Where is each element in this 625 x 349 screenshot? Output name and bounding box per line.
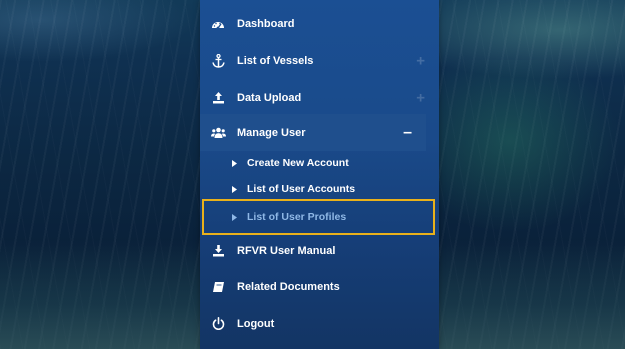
users-icon — [210, 125, 226, 141]
sidebar-item-list-of-vessels[interactable]: List of Vessels + — [200, 42, 439, 79]
sidebar-item-label: Dashboard — [237, 17, 295, 30]
green-haze — [430, 60, 625, 240]
sidebar-item-manage-user[interactable]: Manage User – — [200, 114, 426, 151]
sidebar-item-logout[interactable]: Logout — [200, 305, 439, 342]
upload-icon — [210, 90, 226, 106]
highlight-box — [202, 199, 435, 235]
sidebar-item-label: RFVR User Manual — [237, 244, 336, 257]
sidebar-item-related-documents[interactable]: Related Documents — [200, 268, 439, 305]
sidebar-menu: Dashboard List of Vessels + Data Upload … — [200, 0, 439, 349]
dashboard-icon — [210, 16, 226, 32]
sidebar-item-label: Related Documents — [237, 280, 340, 293]
submenu-item-label: List of User Accounts — [247, 183, 356, 195]
sidebar-item-data-upload[interactable]: Data Upload + — [200, 79, 439, 116]
sidebar-item-rfvr-user-manual[interactable]: RFVR User Manual — [200, 232, 439, 269]
book-icon — [210, 279, 226, 295]
expand-icon[interactable]: + — [416, 52, 425, 69]
sidebar-item-label: List of Vessels — [237, 54, 314, 67]
submenu-item-list-of-user-accounts[interactable]: List of User Accounts — [200, 177, 439, 201]
caret-right-icon — [228, 185, 240, 193]
submenu-item-create-new-account[interactable]: Create New Account — [200, 151, 439, 175]
caret-right-icon — [228, 159, 240, 167]
expand-icon[interactable]: + — [416, 89, 425, 106]
download-icon — [210, 243, 226, 259]
sidebar-item-label: Data Upload — [237, 91, 302, 104]
power-icon — [210, 316, 226, 332]
sidebar-item-label: Logout — [237, 317, 275, 330]
sidebar-item-dashboard[interactable]: Dashboard — [200, 5, 439, 42]
sidebar-item-label: Manage User — [237, 126, 306, 139]
submenu-item-label: Create New Account — [247, 157, 349, 169]
anchor-icon — [210, 53, 226, 69]
collapse-icon[interactable]: – — [403, 124, 412, 142]
